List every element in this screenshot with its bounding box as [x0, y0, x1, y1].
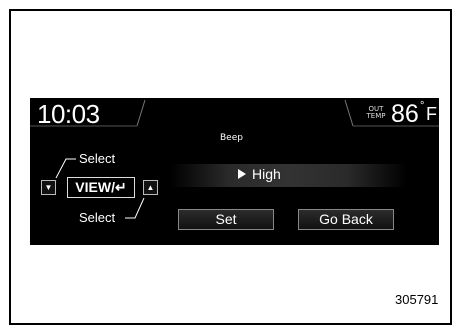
temperature-unit: F: [426, 104, 437, 124]
clock: 10:03: [37, 99, 100, 129]
out-temp-label: OUT TEMP: [365, 106, 387, 120]
play-icon: [238, 169, 246, 179]
screen-title: Beep: [220, 133, 243, 143]
view-enter-button[interactable]: VIEW/↵: [67, 177, 135, 198]
status-bar: 10:03 OUT TEMP 86 ° F: [30, 98, 439, 130]
go-back-button[interactable]: Go Back: [298, 209, 394, 230]
option-selection-bar[interactable]: [170, 164, 407, 187]
select-down-button[interactable]: ▼: [41, 180, 56, 195]
degree-symbol: °: [420, 100, 425, 112]
out-temp-label-line2: TEMP: [366, 112, 386, 120]
outside-temperature: 86: [391, 100, 419, 128]
figure-caption: 305791: [395, 292, 439, 307]
select-label-top: Select: [79, 151, 116, 166]
select-up-button[interactable]: ▲: [143, 180, 158, 195]
selected-option-value: High: [252, 166, 281, 182]
display-screen: 10:03 OUT TEMP 86 ° F Beep Select ▼ VIEW…: [30, 98, 439, 245]
select-label-bottom: Select: [79, 210, 116, 225]
set-button[interactable]: Set: [178, 209, 274, 230]
